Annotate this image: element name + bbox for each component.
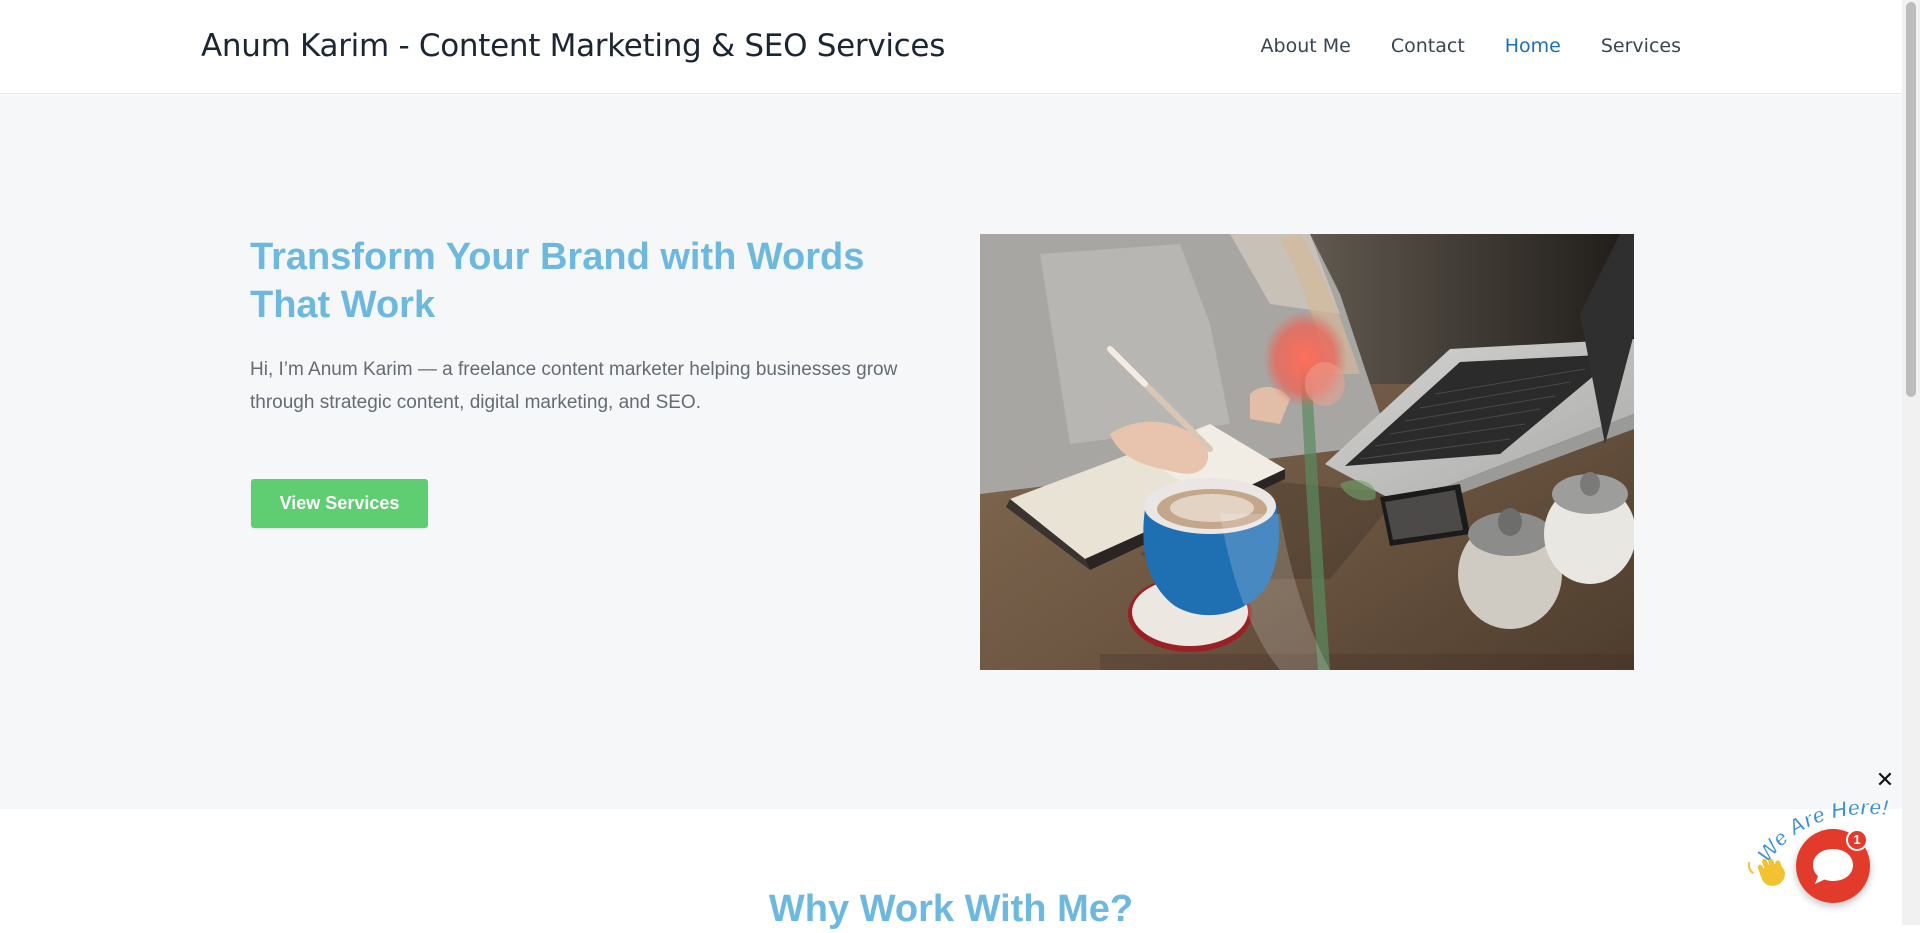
main-nav: About Me Contact Home Services (1261, 30, 1681, 62)
why-heading: Why Work With Me? (768, 888, 1134, 930)
scrollbar-thumb[interactable] (1906, 2, 1916, 397)
hero-section: Transform Your Brand with Words That Wor… (0, 95, 1902, 809)
view-services-button[interactable]: View Services (251, 479, 428, 528)
hero-image (980, 234, 1634, 670)
nav-about-me[interactable]: About Me (1261, 35, 1351, 57)
hero-intro: Hi, I’m Anum Karim — a freelance content… (250, 359, 898, 413)
hero-heading: Transform Your Brand with Words That Wor… (250, 236, 865, 326)
site-title[interactable]: Anum Karim - Content Marketing & SEO Ser… (201, 26, 945, 66)
why-section: Why Work With Me? (0, 809, 1902, 930)
site-header: Anum Karim - Content Marketing & SEO Ser… (0, 0, 1902, 94)
nav-contact[interactable]: Contact (1391, 35, 1465, 57)
hero-photo-illustration (980, 234, 1634, 670)
nav-services[interactable]: Services (1601, 35, 1681, 57)
chat-notification-badge: 1 (1846, 829, 1868, 851)
nav-home[interactable]: Home (1505, 35, 1561, 57)
